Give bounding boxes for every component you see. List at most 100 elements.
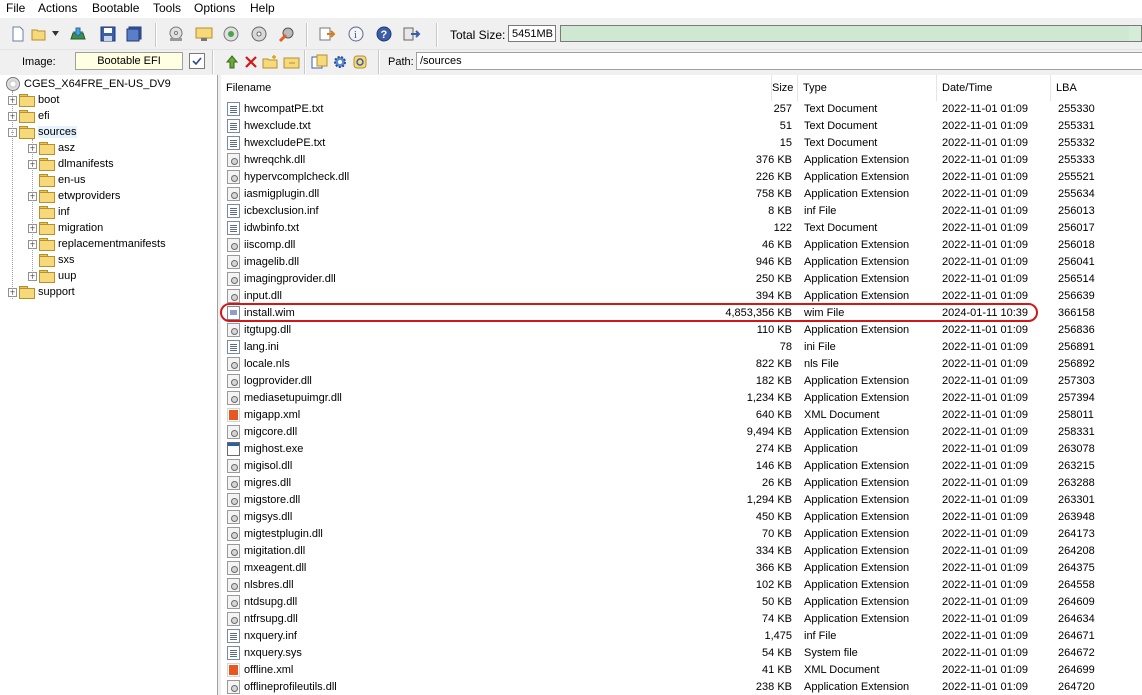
cell-filename: mediasetupuimgr.dll — [244, 392, 342, 404]
table-row[interactable]: migres.dll 26 KB Application Extension 2022… — [221, 475, 1142, 492]
save-icon[interactable] — [98, 24, 118, 44]
table-row[interactable]: install.wim 4,853,356 KB wim File 2024-01-1… — [221, 305, 1142, 322]
table-row[interactable]: nxquery.sys 54 KB System file 2022-11-01 01… — [221, 645, 1142, 662]
tree-root[interactable]: CGES_X64FRE_EN-US_DV9 — [6, 76, 171, 92]
open-icon[interactable] — [30, 24, 50, 44]
table-row[interactable]: lang.ini 78 ini File 2022-11-01 01:09 256891 — [221, 339, 1142, 356]
column-filename[interactable]: Filename — [221, 75, 772, 101]
cd-burn-icon[interactable] — [166, 24, 186, 44]
table-row[interactable]: iasmigplugin.dll 758 KB Application Extens… — [221, 186, 1142, 203]
table-row[interactable]: ntdsupg.dll 50 KB Application Extension 202… — [221, 594, 1142, 611]
table-row[interactable]: hypervcomplcheck.dll 226 KB Application Ex… — [221, 169, 1142, 186]
table-row[interactable]: input.dll 394 KB Application Extension 2022… — [221, 288, 1142, 305]
column-type[interactable]: Type — [798, 75, 937, 101]
tree-item-support[interactable]: + support — [8, 284, 75, 300]
tree-item-sxs[interactable]: sxs — [28, 252, 75, 268]
help-icon[interactable]: ? — [374, 24, 394, 44]
new-icon[interactable] — [8, 24, 28, 44]
delete-icon[interactable] — [241, 52, 261, 72]
table-row[interactable]: icbexclusion.inf 8 KB inf File 2022-11-01 0… — [221, 203, 1142, 220]
table-row[interactable]: mxeagent.dll 366 KB Application Extension 2… — [221, 560, 1142, 577]
table-row[interactable]: imagingprovider.dll 250 KB Application Ext… — [221, 271, 1142, 288]
menu-file[interactable]: File — [6, 1, 25, 15]
table-row[interactable]: iiscomp.dll 46 KB Application Extension 202… — [221, 237, 1142, 254]
table-row[interactable]: offlineprofileutils.dll 238 KB Application… — [221, 679, 1142, 695]
column-size[interactable]: Size — [772, 75, 798, 101]
tree-item-boot[interactable]: + boot — [8, 92, 59, 108]
table-row[interactable]: hwreqchk.dll 376 KB Application Extension 2… — [221, 152, 1142, 169]
dll-file-icon — [227, 510, 240, 524]
cell-lba: 258331 — [1058, 426, 1095, 438]
table-row[interactable]: logprovider.dll 182 KB Application Extensi… — [221, 373, 1142, 390]
table-row[interactable]: hwexclude.txt 51 Text Document 2022-11-01 0… — [221, 118, 1142, 135]
path-field[interactable]: /sources — [416, 52, 1142, 70]
table-row[interactable]: locale.nls 822 KB nls File 2022-11-01 01:09… — [221, 356, 1142, 373]
tree-item-replacementmanifests[interactable]: + replacementmanifests — [28, 236, 166, 252]
info-icon[interactable]: i — [346, 24, 366, 44]
table-row[interactable]: migcore.dll 9,494 KB Application Extension… — [221, 424, 1142, 441]
menu-actions[interactable]: Actions — [38, 1, 77, 15]
cell-datetime: 2022-11-01 01:09 — [942, 341, 1029, 353]
up-folder-icon[interactable] — [222, 52, 242, 72]
table-row[interactable]: mighost.exe 274 KB Application 2022-11-01 0… — [221, 441, 1142, 458]
gear-icon[interactable] — [330, 52, 350, 72]
list-header: Filename Size Type Date/Time LBA — [221, 75, 1142, 101]
mount-icon[interactable] — [194, 24, 214, 44]
table-row[interactable]: hwcompatPE.txt 257 Text Document 2022-11-01… — [221, 101, 1142, 118]
cell-datetime: 2022-11-01 01:09 — [942, 562, 1029, 574]
tree-item-migration[interactable]: + migration — [28, 220, 103, 236]
table-row[interactable]: migstore.dll 1,294 KB Application Extensio… — [221, 492, 1142, 509]
properties-icon[interactable] — [317, 24, 337, 44]
tree-item-etwproviders[interactable]: + etwproviders — [28, 188, 120, 204]
image-label-field[interactable]: Bootable EFI — [75, 52, 183, 70]
refresh-icon[interactable] — [350, 52, 370, 72]
table-row[interactable]: migtestplugin.dll 70 KB Application Extens… — [221, 526, 1142, 543]
table-row[interactable]: offline.xml 41 KB XML Document 2022-11-01 0… — [221, 662, 1142, 679]
save-as-icon[interactable] — [124, 24, 144, 44]
cell-type: nls File — [804, 358, 839, 370]
table-row[interactable]: mediasetupuimgr.dll 1,234 KB Application E… — [221, 390, 1142, 407]
table-row[interactable]: ntfrsupg.dll 74 KB Application Extension 20… — [221, 611, 1142, 628]
table-row[interactable]: hwexcludePE.txt 15 Text Document 2022-11-01… — [221, 135, 1142, 152]
cell-filename: nxquery.inf — [244, 630, 297, 642]
settings-icon[interactable] — [277, 24, 297, 44]
table-row[interactable]: itgtupg.dll 110 KB Application Extension 20… — [221, 322, 1142, 339]
cell-lba: 257394 — [1058, 392, 1095, 404]
compress-icon[interactable] — [221, 24, 241, 44]
table-row[interactable]: idwbinfo.txt 122 Text Document 2022-11-01 0… — [221, 220, 1142, 237]
new-folder-icon[interactable] — [261, 52, 281, 72]
tree-item-asz[interactable]: + asz — [28, 140, 75, 156]
rename-icon[interactable] — [282, 52, 302, 72]
table-row[interactable]: migsys.dll 450 KB Application Extension 202… — [221, 509, 1142, 526]
table-row[interactable]: imagelib.dll 946 KB Application Extension 2… — [221, 254, 1142, 271]
cell-datetime: 2022-11-01 01:09 — [942, 137, 1029, 149]
checksum-icon[interactable] — [249, 24, 269, 44]
menu-help[interactable]: Help — [250, 1, 275, 15]
tree-item-sources[interactable]: - sources — [8, 124, 77, 140]
add-files-icon[interactable] — [310, 52, 330, 72]
cell-lba: 264173 — [1058, 528, 1095, 540]
tree-item-inf[interactable]: inf — [28, 204, 70, 220]
text-file-icon — [227, 340, 240, 354]
image-checkbox[interactable] — [189, 53, 205, 69]
menu-tools[interactable]: Tools — [153, 1, 181, 15]
column-lba[interactable]: LBA — [1051, 75, 1142, 101]
tree-item-dlmanifests[interactable]: + dlmanifests — [28, 156, 114, 172]
cell-type: XML Document — [804, 664, 880, 676]
table-row[interactable]: nxquery.inf 1,475 inf File 2022-11-01 01:09… — [221, 628, 1142, 645]
tree-item-label: boot — [38, 94, 60, 106]
column-datetime[interactable]: Date/Time — [937, 75, 1051, 101]
menu-options[interactable]: Options — [194, 1, 235, 15]
tree-item-efi[interactable]: + efi — [8, 108, 50, 124]
table-row[interactable]: migisol.dll 146 KB Application Extension 20… — [221, 458, 1142, 475]
tree-item-uup[interactable]: + uup — [28, 268, 76, 284]
dll-file-icon — [227, 544, 240, 558]
open-dropdown-icon[interactable] — [50, 24, 62, 44]
exit-icon[interactable] — [402, 24, 422, 44]
tree-item-en-us[interactable]: en-us — [28, 172, 86, 188]
menu-bootable[interactable]: Bootable — [92, 1, 139, 15]
table-row[interactable]: migitation.dll 334 KB Application Extensio… — [221, 543, 1142, 560]
table-row[interactable]: migapp.xml 640 KB XML Document 2022-11-01 0… — [221, 407, 1142, 424]
table-row[interactable]: nlsbres.dll 102 KB Application Extension 20… — [221, 577, 1142, 594]
extract-icon[interactable] — [68, 24, 88, 44]
